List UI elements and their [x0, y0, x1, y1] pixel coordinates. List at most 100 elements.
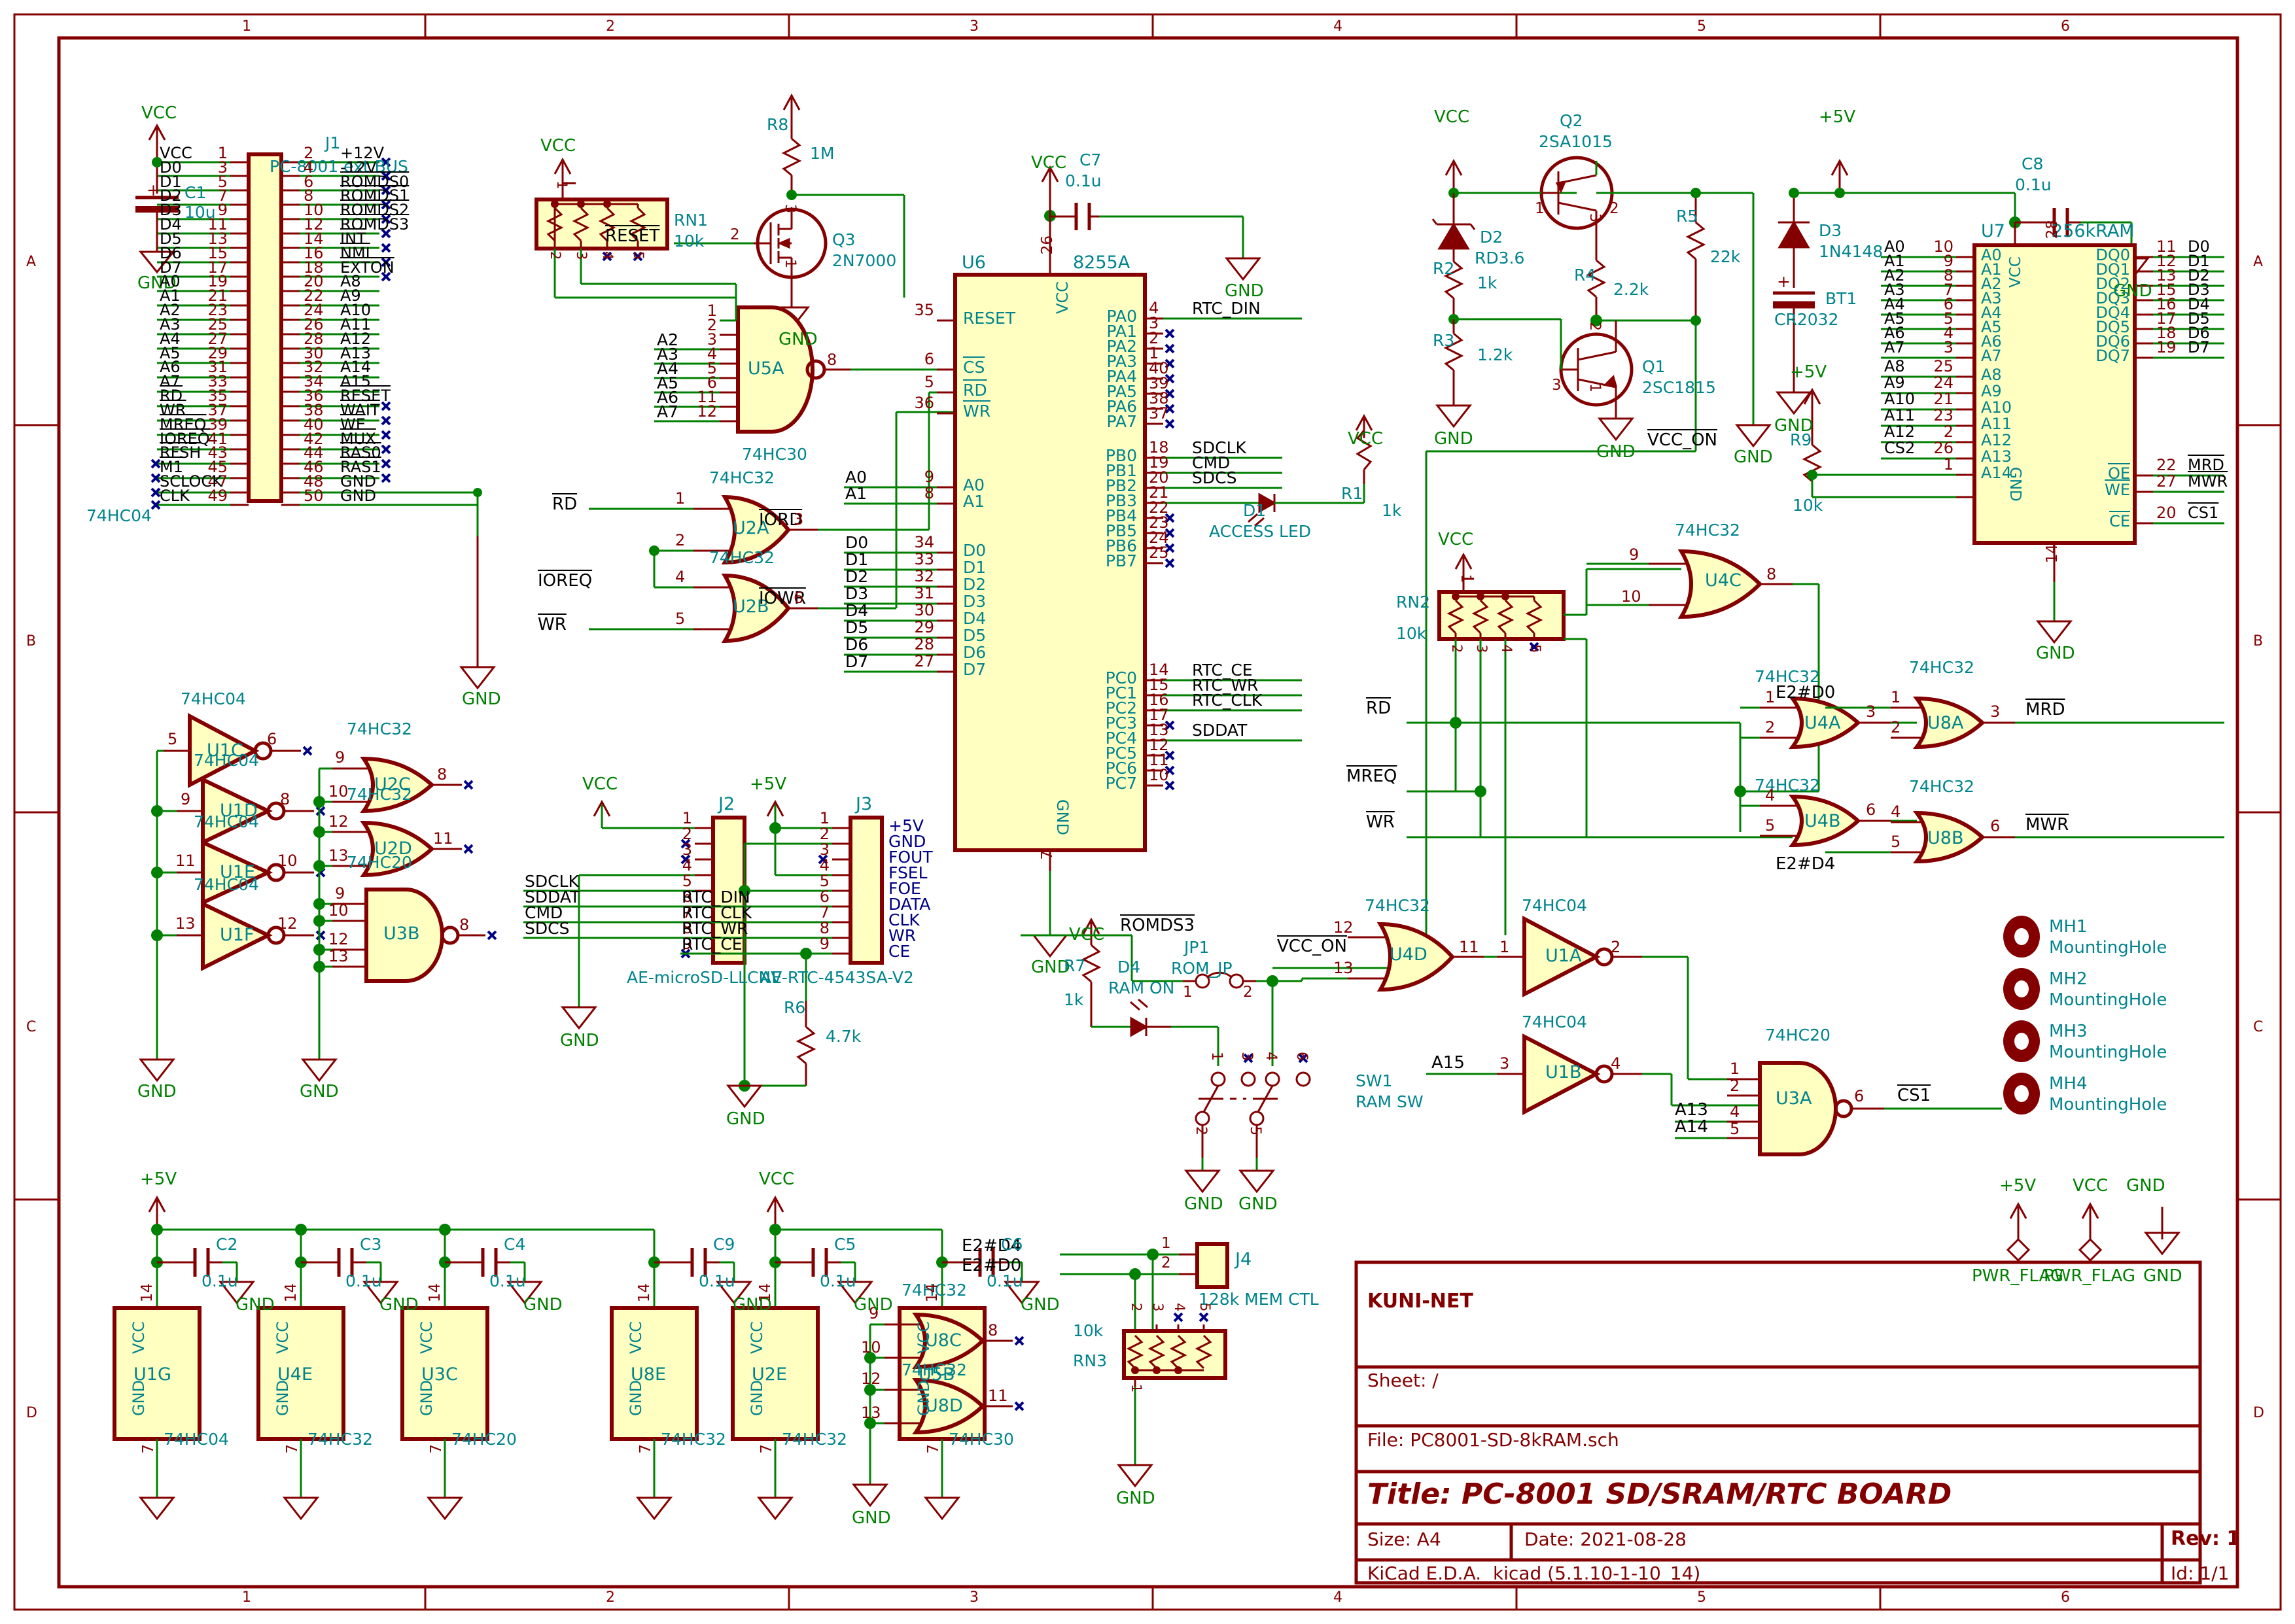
- netname-u6-out-SDDAT: SDDAT: [1192, 721, 1248, 740]
- pinname-u7-A9: A9: [1981, 382, 2002, 400]
- pin-j1-50: 50: [304, 486, 324, 505]
- border-col-6: 6: [2061, 18, 2070, 35]
- pinname-u6-D6: D6: [963, 643, 987, 662]
- pin-u4a-1: 1: [1765, 688, 1776, 706]
- pin-j2-1: 1: [682, 809, 692, 827]
- pinname-u6-D7: D7: [963, 660, 987, 679]
- pin-u4a-2: 2: [1765, 718, 1776, 736]
- ref-u7: U7: [1981, 221, 2005, 241]
- val-mh3: MountingHole: [2049, 1043, 2167, 1062]
- pin-jp1-2: 2: [1243, 984, 1253, 1001]
- part-u4d: 74HC32: [1365, 896, 1430, 915]
- part-u2d: 74HC32: [347, 785, 412, 804]
- pinname-u6-A0: A0: [963, 475, 985, 494]
- netname-u6-in-D1: D1: [845, 550, 869, 569]
- val-r3: 1.2k: [1477, 345, 1513, 364]
- pin-u3b-8: 8: [459, 916, 470, 934]
- part-u8a: 74HC32: [1909, 658, 1974, 677]
- val-sw1: RAM SW: [1356, 1092, 1424, 1111]
- val-rn1: 10k: [674, 232, 705, 251]
- pin-u1c-6: 6: [267, 730, 277, 748]
- pinname-u8e-vcc: VCC: [627, 1321, 645, 1354]
- pinname-u7-A12: A12: [1981, 431, 2012, 449]
- bt1-polarity: +: [1777, 272, 1791, 291]
- pin-u8a-2: 2: [1891, 718, 1901, 736]
- ref-d3: D3: [1819, 221, 1842, 240]
- pin-q1-3: 3: [1552, 377, 1562, 394]
- pin-u1e-10: 10: [277, 852, 298, 870]
- val-q3: 2N7000: [832, 251, 897, 270]
- ref-u8b: U8B: [1927, 828, 1964, 848]
- sheet-tool: KiCad E.D.A. kicad (5.1.10-1-10_14): [1367, 1563, 1701, 1584]
- pin-rn1-5: 5: [631, 251, 646, 260]
- netlabel-rd-u2a: RD: [552, 494, 578, 514]
- ref-c6: C6: [1001, 1235, 1023, 1254]
- netname-j2-SDCS: SDCS: [525, 919, 570, 938]
- pin-u8a-1: 1: [1891, 688, 1901, 706]
- netname-j3-RTC_CE: RTC_CE: [682, 935, 743, 954]
- pin-u7-26: 26: [1933, 439, 1953, 457]
- ref-c5: C5: [834, 1235, 856, 1254]
- pinname-u1g-gnd: GND: [130, 1380, 148, 1417]
- part-u4b: 74HC32: [1755, 776, 1820, 795]
- pinname-u1g-vcc: VCC: [130, 1321, 148, 1354]
- pin-sw1-3: 3: [1238, 1052, 1255, 1061]
- pin-u2d-11: 11: [433, 829, 453, 848]
- pin-u4b-6: 6: [1866, 801, 1876, 819]
- netlabel-vcc-on: VCC_ON: [1647, 430, 1718, 450]
- company-name: KUNI-NET: [1367, 1290, 1473, 1313]
- power-gnd-c4: GND: [523, 1295, 563, 1315]
- pin-u4d-11: 11: [1459, 938, 1479, 956]
- ref-q1: Q1: [1642, 357, 1666, 376]
- pin-j3-5: 5: [819, 872, 830, 890]
- pin-j3-7: 7: [819, 903, 830, 922]
- pin-j3-9: 9: [819, 935, 830, 953]
- pin-u3c-7: 7: [428, 1444, 445, 1454]
- ref-rn2: RN2: [1396, 593, 1430, 612]
- netname-u6-out-RTC_DIN: RTC_DIN: [1192, 299, 1261, 318]
- pin-q2-2: 2: [1609, 200, 1619, 217]
- pin-u1d-9: 9: [181, 790, 191, 808]
- val-c4: 0.1u: [489, 1271, 526, 1290]
- power-gnd-j2: GND: [560, 1031, 599, 1050]
- ref-mh2: MH2: [2049, 969, 2088, 989]
- border-col-2-bottom: 2: [606, 1589, 615, 1606]
- part-u4e: 74HC32: [307, 1430, 373, 1449]
- pin-u4c-10: 10: [1621, 587, 1641, 606]
- pin-jp1-1: 1: [1183, 984, 1193, 1001]
- pin-rn1-2: 2: [548, 251, 563, 260]
- pwrflag-label-2: PWR_FLAG: [2044, 1266, 2135, 1286]
- sheet-date: Date: 2021-08-28: [1524, 1529, 1687, 1550]
- pin-j1-49: 49: [207, 486, 228, 505]
- pinname-u6-D5: D5: [963, 626, 987, 645]
- part-u1d: 74HC04: [194, 751, 259, 770]
- part-u1a: 74HC04: [1522, 896, 1587, 915]
- netlabel-a14: A14: [1675, 1117, 1708, 1137]
- pwrflag-rail-gnd-label: GND: [2126, 1176, 2165, 1196]
- ref-d1: D1: [1243, 501, 1267, 520]
- pin-sw1-1: 1: [1208, 1052, 1225, 1061]
- part-u4c: 74HC32: [1675, 521, 1740, 540]
- pin-u6-gnd: 7: [1039, 850, 1056, 860]
- border-row-d: D: [26, 1405, 37, 1421]
- part-u5a: 74HC30: [742, 445, 807, 464]
- netname-u7-addr-A8: A8: [1884, 357, 1905, 375]
- netlabel-wr-right: WR: [1366, 812, 1395, 832]
- pin-u3a-2: 2: [1730, 1077, 1740, 1095]
- netname-u6-out-RTC_CLK: RTC_CLK: [1192, 691, 1263, 710]
- ref-c7: C7: [1079, 150, 1102, 169]
- netname-u6-out-SDCS: SDCS: [1192, 468, 1237, 487]
- ref-jp1: JP1: [1184, 938, 1210, 957]
- pin-j2-2: 2: [682, 825, 692, 843]
- pinname-u6-vcc: VCC: [1053, 281, 1072, 314]
- pin-u8e-7: 7: [637, 1444, 654, 1454]
- pin-u7-3: 3: [1943, 338, 1953, 356]
- pin-u2e-7: 7: [758, 1444, 775, 1454]
- val-c2: 0.1u: [201, 1271, 238, 1290]
- pin-u6-34: 34: [914, 533, 934, 551]
- pin-u7-vcc: 28: [2044, 220, 2061, 239]
- pin-j2-5: 5: [682, 872, 692, 890]
- pin-u1f-12: 12: [277, 914, 298, 933]
- part-u1b: 74HC04: [1522, 1012, 1587, 1031]
- pin-u7-24: 24: [1933, 373, 1953, 392]
